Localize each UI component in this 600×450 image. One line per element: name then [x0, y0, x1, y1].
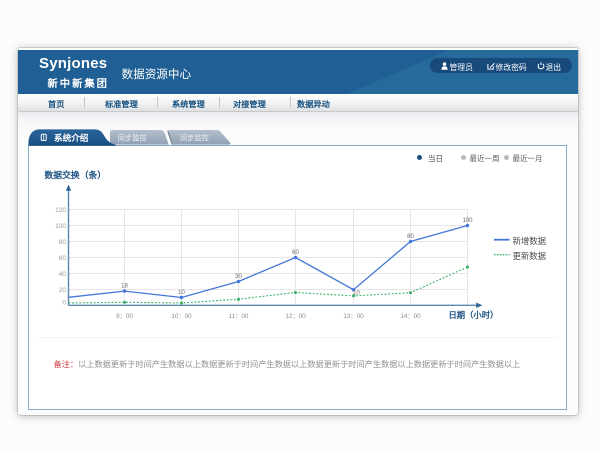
svg-text:60: 60 — [292, 250, 299, 256]
svg-text:80: 80 — [407, 234, 414, 240]
svg-text:系统介绍: 系统介绍 — [54, 132, 89, 143]
svg-text:10: 10 — [353, 290, 360, 296]
svg-text:11：00: 11：00 — [229, 313, 249, 320]
svg-text:10：00: 10：00 — [171, 313, 192, 320]
svg-text:30: 30 — [235, 274, 242, 280]
svg-text:9：00: 9：00 — [116, 313, 133, 320]
svg-text:同步监控: 同步监控 — [180, 134, 209, 143]
svg-text:10: 10 — [178, 290, 185, 296]
svg-text:100: 100 — [462, 218, 473, 224]
svg-text:0: 0 — [62, 299, 66, 306]
svg-text:20: 20 — [59, 287, 67, 294]
svg-text:120: 120 — [55, 207, 66, 214]
svg-text:40: 40 — [59, 271, 67, 278]
svg-text:12：00: 12：00 — [285, 313, 306, 320]
svg-text:60: 60 — [59, 255, 67, 262]
svg-text:14：00: 14：00 — [400, 313, 421, 320]
svg-text:13：00: 13：00 — [343, 313, 364, 320]
svg-text:80: 80 — [59, 239, 67, 246]
svg-text:18: 18 — [121, 283, 128, 289]
svg-text:同步监控: 同步监控 — [118, 134, 147, 143]
svg-text:100: 100 — [55, 223, 66, 230]
